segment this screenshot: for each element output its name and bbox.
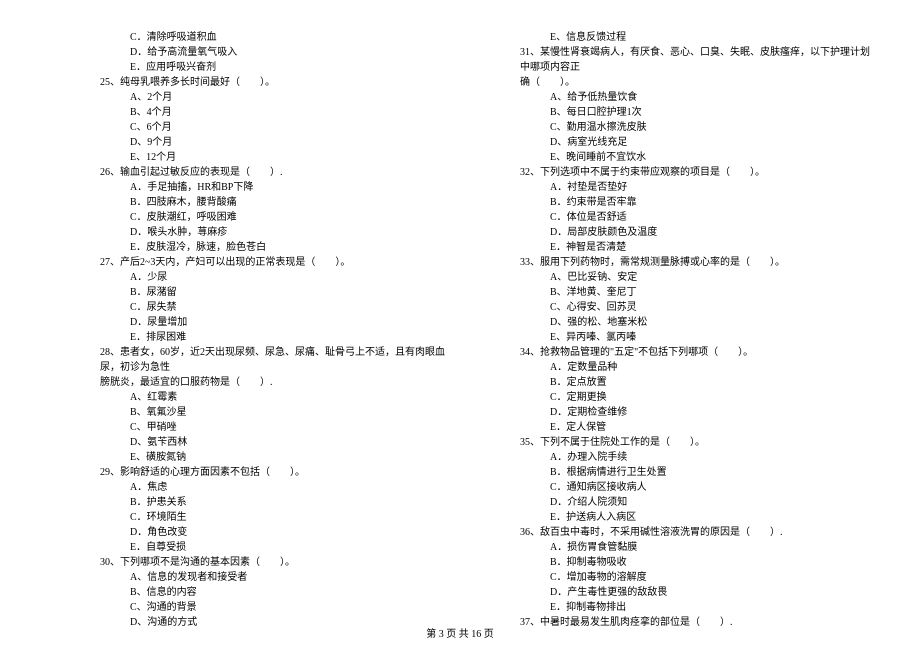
answer-option: D、9个月: [100, 135, 450, 150]
question-text: 膀胱炎，最适宜的口服药物是（ ）.: [100, 375, 450, 390]
answer-option: A．焦虑: [100, 480, 450, 495]
answer-option: E、信息反馈过程: [520, 30, 870, 45]
answer-option: B、4个月: [100, 105, 450, 120]
answer-option: B．尿潴留: [100, 285, 450, 300]
answer-option: E、异丙嗪、氯丙嗪: [520, 330, 870, 345]
answer-option: A．手足抽搐，HR和BP下降: [100, 180, 450, 195]
answer-option: E．定人保管: [520, 420, 870, 435]
answer-option: A、给予低热量饮食: [520, 90, 870, 105]
answer-option: E、磺胺氮钠: [100, 450, 450, 465]
answer-option: E．应用呼吸兴奋剂: [100, 60, 450, 75]
answer-option: E．自尊受损: [100, 540, 450, 555]
answer-option: B．根据病情进行卫生处置: [520, 465, 870, 480]
answer-option: C．环境陌生: [100, 510, 450, 525]
question-text: 27、产后2~3天内，产妇可以出现的正常表现是（ ）。: [100, 255, 450, 270]
answer-option: D．喉头水肿，荨麻疹: [100, 225, 450, 240]
question-text: 26、输血引起过敏反应的表现是（ ）.: [100, 165, 450, 180]
answer-option: D．角色改变: [100, 525, 450, 540]
answer-option: B、信息的内容: [100, 585, 450, 600]
answer-option: B．四肢麻木，腰背酸痛: [100, 195, 450, 210]
answer-option: E．皮肤湿冷，脉速，脸色苍白: [100, 240, 450, 255]
answer-option: A、信息的发现者和接受者: [100, 570, 450, 585]
answer-option: B、每日口腔护理1次: [520, 105, 870, 120]
answer-option: E、晚间睡前不宜饮水: [520, 150, 870, 165]
answer-option: B．约束带是否牢靠: [520, 195, 870, 210]
page-footer: 第 3 页 共 16 页: [0, 625, 920, 640]
question-text: 35、下列不属于住院处工作的是（ ）。: [520, 435, 870, 450]
answer-option: D、病室光线充足: [520, 135, 870, 150]
answer-option: D．给予高流量氧气吸入: [100, 45, 450, 60]
answer-option: E．护送病人入病区: [520, 510, 870, 525]
question-text: 31、某慢性肾衰竭病人，有厌食、恶心、口臭、失眠、皮肤瘙痒，以下护理计划中哪项内…: [520, 45, 870, 75]
answer-option: C、沟通的背景: [100, 600, 450, 615]
answer-option: B．定点放置: [520, 375, 870, 390]
answer-option: D．定期检查维修: [520, 405, 870, 420]
answer-option: B．抑制毒物吸收: [520, 555, 870, 570]
answer-option: A．衬垫是否垫好: [520, 180, 870, 195]
answer-option: C．清除呼吸道积血: [100, 30, 450, 45]
answer-option: C．皮肤潮红，呼吸困难: [100, 210, 450, 225]
question-text: 29、影响舒适的心理方面因素不包括（ ）。: [100, 465, 450, 480]
answer-option: C．尿失禁: [100, 300, 450, 315]
answer-option: A、2个月: [100, 90, 450, 105]
answer-option: D、氨苄西林: [100, 435, 450, 450]
answer-option: C．增加毒物的溶解度: [520, 570, 870, 585]
answer-option: B．护患关系: [100, 495, 450, 510]
right-column: E、信息反馈过程31、某慢性肾衰竭病人，有厌食、恶心、口臭、失眠、皮肤瘙痒，以下…: [520, 30, 870, 630]
question-text: 33、服用下列药物时，需常规测量脉搏或心率的是（ ）。: [520, 255, 870, 270]
answer-option: D．产生毒性更强的敌敌畏: [520, 585, 870, 600]
answer-option: C、勤用温水擦洗皮肤: [520, 120, 870, 135]
page-content: C．清除呼吸道积血D．给予高流量氧气吸入E．应用呼吸兴奋剂25、纯母乳喂养多长时…: [0, 0, 920, 645]
question-text: 32、下列选项中不属于约束带应观察的项目是（ ）。: [520, 165, 870, 180]
answer-option: C．定期更换: [520, 390, 870, 405]
answer-option: B、洋地黄、奎尼丁: [520, 285, 870, 300]
answer-option: D．局部皮肤颜色及温度: [520, 225, 870, 240]
question-text: 28、患者女，60岁，近2天出现尿频、尿急、尿痛、耻骨弓上不适，且有肉眼血尿，初…: [100, 345, 450, 375]
answer-option: E．抑制毒物排出: [520, 600, 870, 615]
answer-option: B、氧氟沙星: [100, 405, 450, 420]
answer-option: C．体位是否舒适: [520, 210, 870, 225]
answer-option: A、红霉素: [100, 390, 450, 405]
answer-option: C、甲硝唑: [100, 420, 450, 435]
answer-option: E．神智是否清楚: [520, 240, 870, 255]
answer-option: C．通知病区接收病人: [520, 480, 870, 495]
answer-option: D、强的松、地塞米松: [520, 315, 870, 330]
answer-option: A、巴比妥钠、安定: [520, 270, 870, 285]
question-text: 36、敌百虫中毒时，不采用碱性溶液洗胃的原因是（ ）.: [520, 525, 870, 540]
answer-option: A．办理入院手续: [520, 450, 870, 465]
answer-option: C、6个月: [100, 120, 450, 135]
answer-option: D．尿量增加: [100, 315, 450, 330]
question-text: 确（ ）。: [520, 75, 870, 90]
answer-option: C、心得安、回苏灵: [520, 300, 870, 315]
question-text: 30、下列哪项不是沟通的基本因素（ ）。: [100, 555, 450, 570]
answer-option: E．排尿困难: [100, 330, 450, 345]
answer-option: E、12个月: [100, 150, 450, 165]
answer-option: D．介绍人院须知: [520, 495, 870, 510]
answer-option: A．少尿: [100, 270, 450, 285]
answer-option: A．损伤胃食管黏膜: [520, 540, 870, 555]
left-column: C．清除呼吸道积血D．给予高流量氧气吸入E．应用呼吸兴奋剂25、纯母乳喂养多长时…: [100, 30, 450, 630]
answer-option: A．定数量品种: [520, 360, 870, 375]
question-text: 34、抢救物品管理的"五定"不包括下列哪项（ ）。: [520, 345, 870, 360]
question-text: 25、纯母乳喂养多长时间最好（ ）。: [100, 75, 450, 90]
